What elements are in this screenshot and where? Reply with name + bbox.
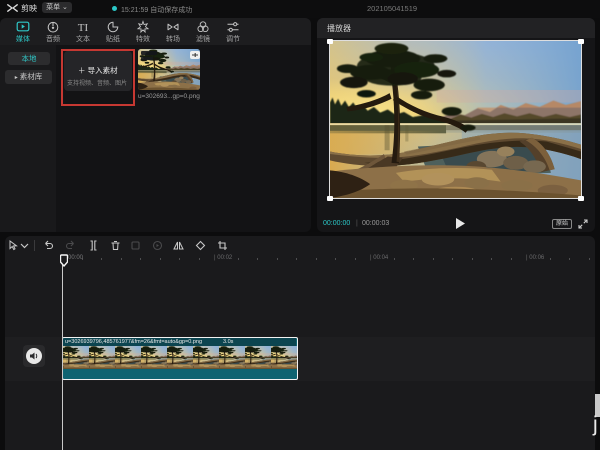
svg-text:TI: TI (78, 22, 89, 34)
